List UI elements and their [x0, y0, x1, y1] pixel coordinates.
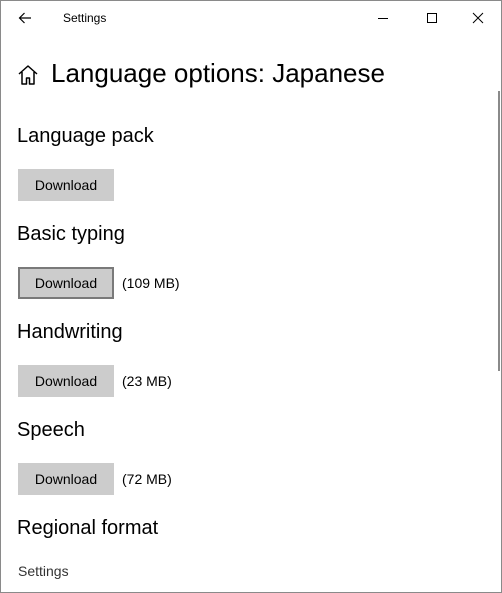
back-arrow-icon — [18, 12, 31, 24]
settings-window: Settings Language options: Japanese Lang… — [0, 0, 502, 593]
close-button[interactable] — [455, 1, 501, 34]
section-title-language-pack: Language pack — [17, 125, 154, 147]
section-title-basic-typing: Basic typing — [17, 223, 125, 245]
language-pack-download-button[interactable]: Download — [18, 169, 114, 201]
minimize-icon — [378, 17, 388, 19]
handwriting-size: (23 MB) — [122, 373, 172, 389]
section-title-speech: Speech — [17, 419, 85, 441]
back-button[interactable] — [5, 2, 45, 34]
section-title-handwriting: Handwriting — [17, 321, 123, 343]
scrollbar[interactable] — [498, 91, 500, 371]
maximize-button[interactable] — [409, 1, 455, 34]
minimize-button[interactable] — [360, 1, 406, 34]
speech-size: (72 MB) — [122, 471, 172, 487]
section-title-regional-format: Regional format — [17, 517, 159, 539]
close-icon — [472, 12, 484, 23]
window-title: Settings — [63, 11, 107, 25]
home-icon — [18, 65, 38, 85]
title-bar: Settings — [1, 1, 501, 35]
basic-typing-download-button[interactable]: Download — [18, 267, 114, 299]
handwriting-download-button[interactable]: Download — [18, 365, 114, 397]
maximize-icon — [427, 12, 437, 23]
basic-typing-size: (109 MB) — [122, 275, 180, 291]
speech-download-button[interactable]: Download — [18, 463, 114, 495]
page-title: Language options: Japanese — [51, 58, 385, 88]
regional-format-settings-link[interactable]: Settings — [18, 563, 69, 579]
